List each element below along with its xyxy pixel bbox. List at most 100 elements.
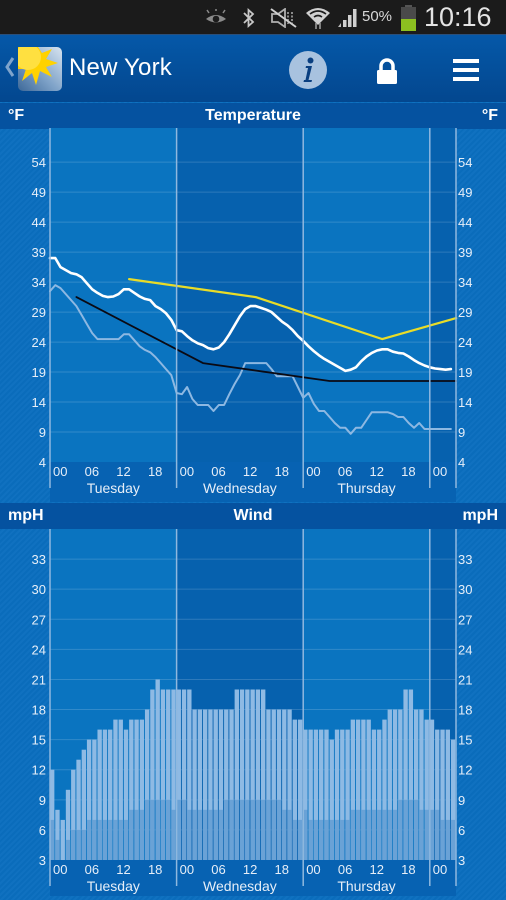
wind-speed-bar <box>86 819 92 860</box>
wind-speed-bar <box>371 809 377 860</box>
wind-chart: 3 36 69 912 1215 1518 1821 2124 2427 2730 3033 3300… <box>32 529 472 896</box>
hamburger-menu-icon[interactable] <box>451 57 481 83</box>
x-tick-label: 06 <box>338 464 352 479</box>
wind-speed-bar <box>329 819 334 860</box>
chevron-left-icon[interactable] <box>4 55 16 79</box>
x-tick-label: 00 <box>433 464 447 479</box>
clock: 10:16 <box>424 2 492 32</box>
y-tick-label-right: 24 <box>458 335 472 350</box>
y-tick-label-right: 24 <box>458 642 472 657</box>
wind-speed-bar <box>292 819 298 860</box>
x-tick-label: 00 <box>53 862 67 877</box>
status-bar: 50% 10:16 <box>0 0 506 35</box>
wind-speed-bar <box>55 839 60 860</box>
wind-speed-bar <box>102 819 108 860</box>
wind-speed-bar <box>129 809 134 860</box>
wind-speed-bar <box>192 809 197 860</box>
y-tick-label-right: 15 <box>458 733 472 748</box>
y-tick-label-left: 12 <box>32 763 46 778</box>
wind-speed-bar <box>81 829 87 860</box>
y-tick-label-left: 24 <box>32 335 46 350</box>
wind-speed-bar <box>208 809 213 860</box>
lock-icon[interactable] <box>374 57 400 85</box>
day-label: Wednesday <box>203 480 277 496</box>
y-tick-label-left: 21 <box>32 672 46 687</box>
wind-speed-bar <box>424 809 429 860</box>
y-tick-label-right: 19 <box>458 365 472 380</box>
x-tick-label: 00 <box>180 862 194 877</box>
wind-speed-bar <box>403 799 408 860</box>
y-tick-label-right: 30 <box>458 582 472 597</box>
x-tick-label: 12 <box>116 464 130 479</box>
wind-chart-header: mpH Wind mpH <box>0 503 506 529</box>
y-tick-label-right: 3 <box>458 853 465 868</box>
wind-speed-bar <box>224 799 229 860</box>
y-tick-label-right: 33 <box>458 552 472 567</box>
wind-speed-bar <box>419 809 424 860</box>
x-tick-label: 06 <box>211 464 225 479</box>
y-tick-label-right: 49 <box>458 185 472 200</box>
gust-bar <box>60 819 65 860</box>
y-tick-label-right: 34 <box>458 275 472 290</box>
x-tick-label: 18 <box>148 862 162 877</box>
day-label: Thursday <box>337 480 395 496</box>
wind-speed-bar <box>435 809 440 860</box>
y-tick-label-right: 14 <box>458 395 472 410</box>
day-label: Wednesday <box>203 878 277 894</box>
wind-speed-bar <box>197 809 203 860</box>
x-tick-label: 00 <box>433 862 447 877</box>
wind-speed-bar <box>408 799 414 860</box>
wind-speed-bar <box>387 809 392 860</box>
y-tick-label-right: 9 <box>458 793 465 808</box>
wind-speed-bar <box>255 799 261 860</box>
y-tick-label-left: 49 <box>32 185 46 200</box>
x-tick-label: 12 <box>370 464 384 479</box>
y-tick-label-right: 4 <box>458 455 465 470</box>
y-tick-label-left: 9 <box>39 793 46 808</box>
smart-stay-eye-icon <box>206 9 226 23</box>
wind-speed-bar <box>118 819 123 860</box>
y-tick-label-right: 29 <box>458 305 472 320</box>
wind-speed-bar <box>155 799 160 860</box>
y-tick-label-right: 54 <box>458 155 472 170</box>
info-icon[interactable] <box>289 51 327 89</box>
x-tick-label: 12 <box>243 862 257 877</box>
y-tick-label-right: 9 <box>458 425 465 440</box>
wind-speed-bar <box>123 819 129 860</box>
wind-speed-bar <box>366 809 371 860</box>
wind-speed-bar <box>213 809 218 860</box>
wind-speed-bar <box>171 809 176 860</box>
wind-speed-bar <box>382 809 387 860</box>
wind-speed-bar <box>345 819 350 860</box>
y-tick-label-left: 4 <box>39 455 46 470</box>
wind-speed-bar <box>181 799 187 860</box>
x-tick-label: 18 <box>401 464 415 479</box>
y-tick-label-left: 9 <box>39 425 46 440</box>
wifi-icon <box>306 8 330 29</box>
x-tick-label: 00 <box>306 464 320 479</box>
wind-speed-bar <box>202 809 208 860</box>
y-tick-label-left: 29 <box>32 305 46 320</box>
wind-speed-bar <box>450 819 456 860</box>
wind-speed-bar <box>218 809 224 860</box>
day-label: Tuesday <box>87 480 140 496</box>
wind-speed-bar <box>308 819 313 860</box>
x-tick-label: 18 <box>275 862 289 877</box>
wind-speed-bar <box>377 809 382 860</box>
x-tick-label: 12 <box>370 862 384 877</box>
day-band <box>50 128 177 462</box>
wind-speed-bar <box>266 799 271 860</box>
x-tick-label: 06 <box>211 862 225 877</box>
temperature-chart: 4 49 914 1419 1924 2429 2934 3439 3944 4449 4954 54… <box>32 128 472 502</box>
temperature-chart-title: Temperature <box>205 107 301 124</box>
wind-speed-bar <box>282 809 287 860</box>
wind-speed-bar <box>150 799 155 860</box>
sun-logo-icon[interactable] <box>18 47 62 91</box>
y-tick-label-left: 39 <box>32 245 46 260</box>
wind-speed-bar <box>350 809 356 860</box>
wind-speed-bar <box>113 819 118 860</box>
wind-speed-bar <box>392 809 398 860</box>
x-tick-label: 18 <box>148 464 162 479</box>
wind-speed-bar <box>361 809 366 860</box>
wind-speed-bar <box>71 829 76 860</box>
